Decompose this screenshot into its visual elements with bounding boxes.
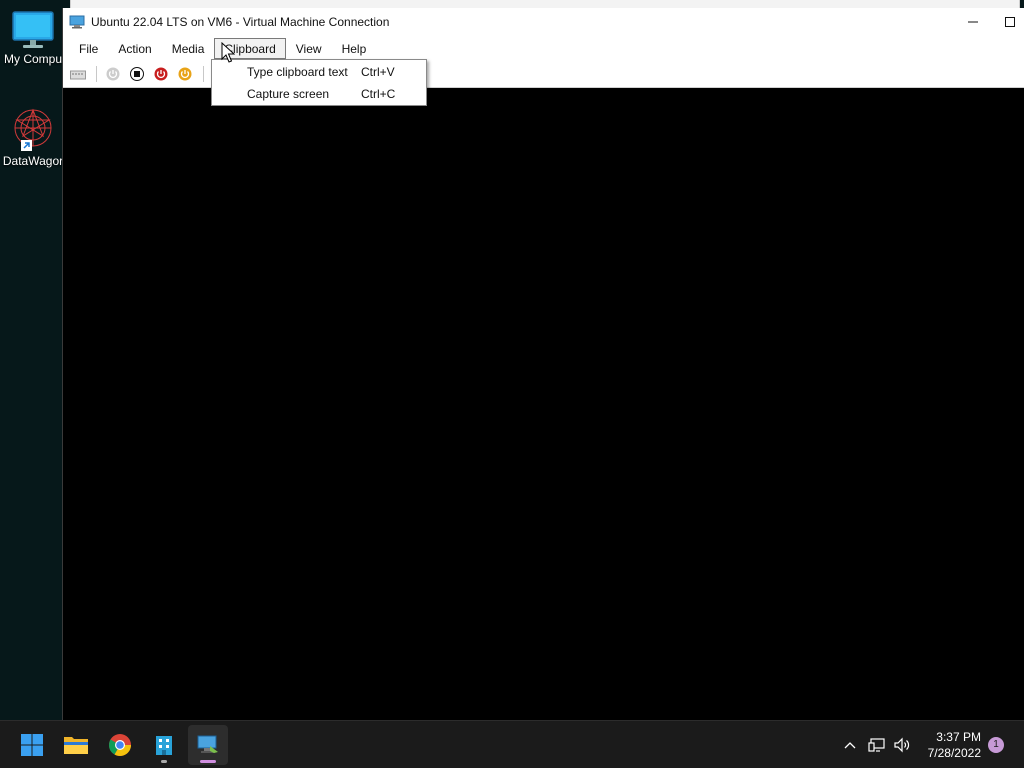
vm-connection-window: Ubuntu 22.04 LTS on VM6 - Virtual Machin…	[62, 8, 1024, 720]
running-indicator	[161, 760, 167, 763]
start-icon	[106, 67, 120, 80]
window-title: Ubuntu 22.04 LTS on VM6 - Virtual Machin…	[91, 15, 390, 29]
menu-item-label: Type clipboard text	[247, 65, 348, 79]
menu-item-shortcut: Ctrl+C	[361, 87, 396, 101]
windows-start-icon	[21, 734, 43, 756]
menu-media[interactable]: Media	[162, 38, 215, 59]
turn-off-icon	[130, 66, 144, 81]
title-bar[interactable]: Ubuntu 22.04 LTS on VM6 - Virtual Machin…	[63, 8, 1024, 36]
volume-icon	[894, 737, 910, 753]
desktop-icon-my-computer[interactable]: My Compu	[0, 10, 66, 66]
active-indicator	[200, 760, 216, 763]
file-explorer-button[interactable]	[56, 725, 96, 765]
menu-bar: File Action Media Clipboard View Help	[63, 36, 1024, 60]
chrome-icon	[109, 734, 131, 756]
volume-button[interactable]	[892, 735, 912, 755]
toolbar-separator	[96, 65, 97, 82]
menu-item-type-clipboard-text[interactable]: Type clipboard text Ctrl+V	[212, 61, 426, 83]
start-button[interactable]	[102, 63, 124, 85]
turn-off-button[interactable]	[126, 63, 148, 85]
save-icon	[178, 67, 192, 80]
desktop-icon-datawagon[interactable]: DataWagor	[0, 106, 66, 168]
menu-item-label: Capture screen	[247, 87, 330, 101]
toolbar-separator	[203, 65, 204, 82]
ctrl-alt-del-icon	[70, 70, 86, 79]
menu-view[interactable]: View	[286, 38, 332, 59]
vm-display-area[interactable]	[63, 88, 1024, 720]
menu-help[interactable]: Help	[332, 38, 377, 59]
datawagon-shortcut-icon	[14, 108, 52, 151]
clock-time: 3:37 PM	[936, 730, 981, 744]
menu-item-shortcut: Ctrl+V	[361, 65, 395, 79]
clock-date: 7/28/2022	[927, 746, 981, 760]
menu-item-capture-screen[interactable]: Capture screen Ctrl+C	[212, 83, 426, 105]
database-app-button[interactable]	[144, 725, 184, 765]
file-explorer-icon	[64, 737, 88, 754]
start-button[interactable]	[12, 725, 52, 765]
vm-connection-icon	[197, 735, 218, 753]
maximize-icon	[1004, 17, 1015, 27]
network-button[interactable]	[867, 735, 887, 755]
desktop-icon-label: DataWagor	[2, 154, 64, 168]
chrome-button[interactable]	[100, 725, 140, 765]
save-button[interactable]	[174, 63, 196, 85]
notification-badge[interactable]: 1	[988, 737, 1004, 753]
network-icon	[868, 738, 885, 752]
shut-down-button[interactable]	[150, 63, 172, 85]
menu-action[interactable]: Action	[108, 38, 161, 59]
monitor-icon	[12, 11, 54, 48]
minimize-button[interactable]	[950, 8, 996, 36]
shut-down-icon	[154, 67, 168, 80]
database-app-icon	[156, 736, 172, 755]
show-hidden-icons-button[interactable]	[840, 735, 860, 755]
toolbar	[63, 60, 1024, 88]
minimize-icon	[968, 21, 978, 23]
chevron-up-icon	[844, 742, 856, 749]
vm-connection-taskbar-button[interactable]	[188, 725, 228, 765]
mouse-cursor-icon	[221, 42, 235, 63]
vm-connection-app-icon	[69, 15, 85, 29]
clipboard-menu: Type clipboard text Ctrl+V Capture scree…	[211, 59, 427, 106]
desktop-icon-label: My Compu	[3, 52, 62, 66]
menu-file[interactable]: File	[69, 38, 108, 59]
maximize-button[interactable]	[994, 8, 1024, 36]
clock[interactable]: 3:37 PM 7/28/2022	[928, 729, 981, 761]
ctrl-alt-del-button[interactable]	[67, 63, 89, 85]
taskbar: 3:37 PM 7/28/2022 1	[0, 720, 1024, 768]
